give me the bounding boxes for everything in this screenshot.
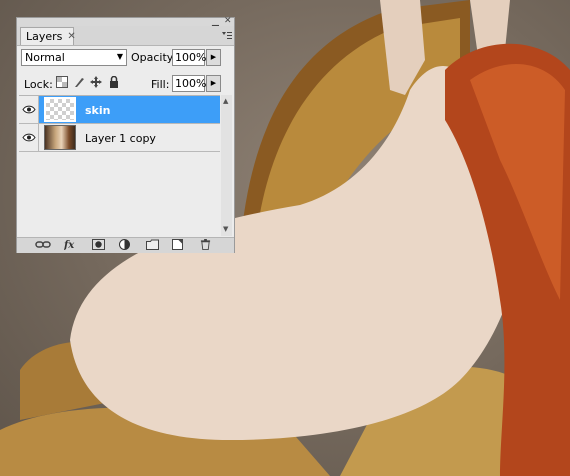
fill-slider-button[interactable]: ▶: [206, 75, 221, 92]
lock-transparent-icon[interactable]: [56, 76, 68, 88]
panel-title-bar[interactable]: [17, 18, 234, 26]
link-layers-icon[interactable]: [35, 239, 51, 250]
tab-layers[interactable]: Layers ✕: [20, 27, 76, 45]
opacity-slider-button[interactable]: ▶: [206, 49, 221, 66]
opacity-input[interactable]: 100%: [172, 49, 206, 66]
svg-text:fx: fx: [64, 240, 75, 250]
new-group-icon[interactable]: [146, 239, 159, 250]
blend-mode-value: Normal: [25, 51, 65, 64]
fill-input[interactable]: 100%: [172, 75, 206, 92]
layer-list: skin Layer 1 copy: [19, 95, 220, 237]
chevron-down-icon: ▼: [116, 52, 123, 61]
visibility-toggle[interactable]: [19, 96, 39, 123]
tab-close-icon[interactable]: ✕: [67, 31, 75, 42]
scroll-down-icon[interactable]: ▼: [223, 225, 228, 233]
lock-label: Lock:: [24, 78, 53, 91]
layer-name[interactable]: Layer 1 copy: [85, 132, 156, 145]
blend-mode-select[interactable]: Normal ▼: [21, 49, 127, 66]
lock-all-icon[interactable]: [108, 76, 120, 88]
scroll-up-icon[interactable]: ▲: [223, 97, 228, 105]
panel-menu-icon[interactable]: [222, 30, 232, 42]
layer-row-layer-1-copy[interactable]: Layer 1 copy: [19, 124, 220, 152]
layer-name[interactable]: skin: [85, 104, 110, 117]
layer-thumbnail: [44, 97, 76, 122]
lock-brush-icon[interactable]: [73, 76, 85, 88]
adjustment-layer-icon[interactable]: [119, 239, 133, 250]
new-layer-icon[interactable]: [172, 239, 184, 250]
layers-panel: ▁ ✕ Layers ✕ Normal ▼ Opacity: 100% ▶ Lo…: [16, 17, 235, 253]
fill-label: Fill:: [151, 78, 170, 91]
opacity-label: Opacity:: [131, 51, 177, 64]
lock-move-icon[interactable]: [90, 76, 102, 88]
eye-icon: [21, 133, 36, 142]
visibility-toggle[interactable]: [19, 124, 39, 151]
fx-icon[interactable]: fx: [64, 239, 80, 250]
layer-thumbnail: [44, 125, 76, 150]
layer-mask-icon[interactable]: [92, 239, 105, 250]
close-panel-button[interactable]: ✕: [224, 17, 232, 26]
trash-icon[interactable]: [200, 239, 211, 250]
layer-row-skin[interactable]: skin: [19, 96, 220, 124]
minimize-button[interactable]: ▁: [212, 18, 219, 27]
tab-label: Layers: [26, 30, 63, 43]
eye-icon: [21, 105, 36, 114]
layer-list-scrollbar[interactable]: [221, 95, 232, 236]
